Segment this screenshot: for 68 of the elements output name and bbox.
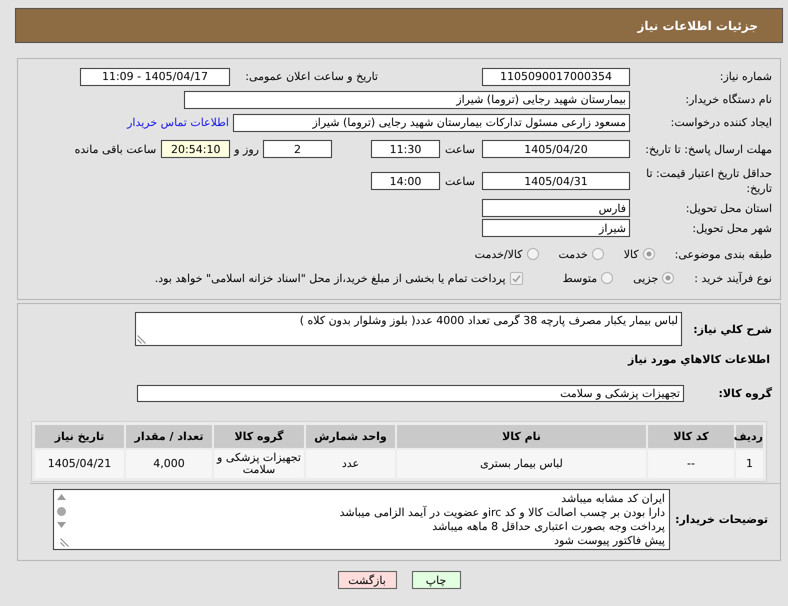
scroll-down-icon[interactable] [57, 522, 66, 528]
print-button[interactable]: چاپ [412, 571, 460, 589]
need-number-field[interactable]: 1105090017000354 [482, 68, 630, 86]
city-field[interactable]: شیراز [482, 219, 630, 237]
field-label: تاریخ و ساعت اعلان عمومی: [244, 70, 378, 83]
field-label: توضیحات خریدار: [675, 513, 768, 526]
field-label: مهلت ارسال پاسخ: تا تاریخ: [644, 142, 772, 156]
field-label: شهر محل تحویل: [691, 220, 772, 236]
field-label: شرح کلي نیاز: [692, 322, 772, 336]
table-cell: عدد [306, 450, 395, 478]
resize-grip-icon[interactable] [137, 335, 146, 344]
radio-label: خدمت [558, 248, 588, 260]
province-field[interactable]: فارس [482, 199, 630, 217]
field-label: نوع فرآیند خرید : [694, 272, 772, 284]
field-label: ساعت [444, 142, 476, 156]
scroll-up-icon[interactable] [57, 494, 66, 500]
column-header: گروه کالا [214, 425, 304, 448]
time-left-field[interactable]: 20:54:10 [161, 140, 230, 158]
radio-button[interactable] [592, 248, 604, 260]
column-header: تاریخ نیاز [35, 425, 124, 448]
column-header: تعداد / مقدار [126, 425, 212, 448]
column-header: نام کالا [397, 425, 646, 448]
section-heading: اطلاعات کالاهاي مورد نیاز [626, 352, 771, 368]
radio-label: متوسط [562, 272, 598, 284]
validity-date-field[interactable]: 1405/04/31 [482, 172, 630, 190]
field-label: طبقه بندی موضوعی: [674, 248, 772, 260]
checkbox[interactable] [510, 272, 523, 284]
table-cell: تجهیزات پزشکی و سلامت [214, 450, 304, 478]
checkbox-label: پرداخت تمام یا بخشی از مبلغ خرید،از محل "اسناد خزانه اسلامی" خواهد بود. [154, 272, 506, 284]
field-label: حداقل تاریخ اعتبار قیمت: تا تاریخ: [645, 166, 772, 196]
radio-button[interactable] [642, 248, 655, 260]
goods-group-field[interactable]: تجهیزات پزشکی و سلامت [137, 385, 684, 402]
field-label: روز و [234, 142, 259, 156]
table-cell: لباس بیمار بستری [397, 450, 646, 478]
table-cell: -- [648, 450, 734, 478]
summary-textarea[interactable]: لباس بیمار یکبار مصرف پارچه 38 گرمی تعداد 4000 عدد( بلوز وشلوار بدون کلاه ) [135, 312, 682, 346]
field-label: شماره نیاز: [718, 69, 772, 84]
field-label: نام دستگاه خریدار: [684, 92, 772, 107]
scroll-thumb-icon[interactable] [57, 507, 66, 516]
radio-label: کالا [624, 248, 639, 260]
table-cell: 1 [736, 450, 763, 478]
radio-button[interactable] [526, 248, 538, 260]
field-label: ساعت [444, 174, 476, 188]
days-left-field[interactable]: 2 [263, 140, 332, 158]
table-cell: 1405/04/21 [35, 450, 124, 478]
field-label: گروه کالا: [717, 387, 772, 400]
page-title: جزئیات اطلاعات نیاز [637, 18, 758, 32]
radio-button[interactable] [601, 272, 614, 284]
column-header: ردیف [736, 425, 763, 448]
announce-date-field[interactable]: 1405/04/17 - 11:09 [80, 68, 230, 86]
deadline-time-field[interactable]: 11:30 [371, 140, 440, 158]
back-button[interactable]: بازگشت [338, 571, 396, 589]
validity-time-field[interactable]: 14:00 [371, 172, 440, 190]
resize-grip-icon[interactable] [60, 538, 69, 547]
buyer-notes-textarea[interactable]: ایران کد مشابه میباشد دارا بودن بر چسب اصالت کالا و کد ircو عضویت در آیمد الزامی میباشد پرداخت وجه بصورت اعتباری حداقل 8 ماهه میباشد پیش فاکتور پیوست شود [53, 489, 670, 550]
radio-label: کالا/خدمت [474, 248, 522, 260]
deadline-date-field[interactable]: 1405/04/20 [482, 140, 630, 158]
table-cell: 4,000 [126, 450, 212, 478]
field-label: ساعت باقی مانده [74, 142, 156, 156]
radio-label: جزیی [633, 272, 658, 284]
buyer-name-field[interactable]: بیمارستان شهید رجایی (تروما) شیراز [184, 90, 630, 108]
requester-field[interactable]: مسعود زارعی مسئول تدارکات بیمارستان شهید رجایی (تروما) شیراز [233, 114, 630, 132]
field-label: استان محل تحویل: [684, 200, 772, 216]
radio-button[interactable] [662, 272, 674, 284]
column-header: واحد شمارش [306, 425, 395, 448]
field-label: ایجاد کننده درخواست: [670, 115, 772, 130]
buyer-contact-link[interactable]: اطلاعات تماس خریدار [127, 116, 229, 129]
column-header: کد کالا [648, 425, 734, 448]
